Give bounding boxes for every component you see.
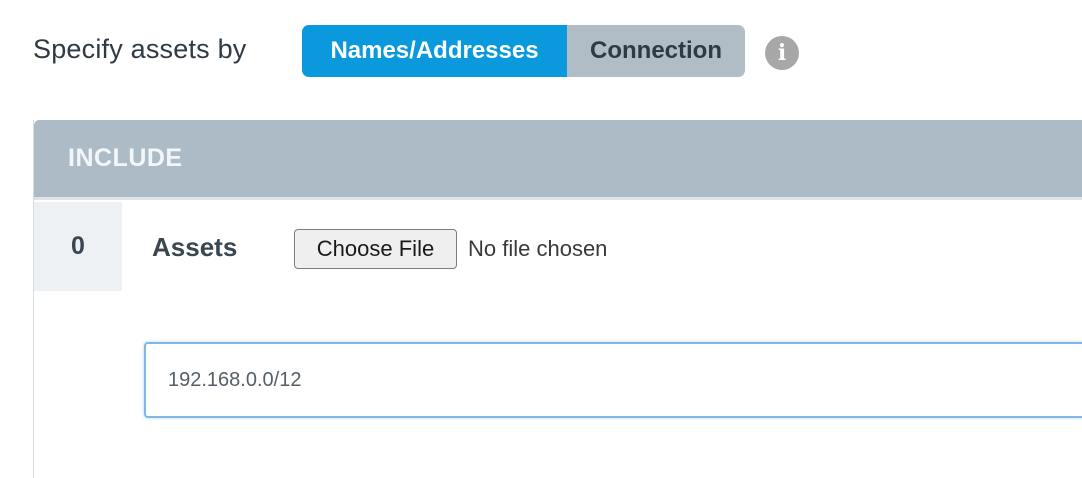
asset-scope-form: Specify assets by Names/Addresses Connec… xyxy=(0,0,1082,478)
choose-file-button[interactable]: Choose File xyxy=(294,229,457,269)
names-addresses-button[interactable]: Names/Addresses xyxy=(302,25,567,77)
info-icon[interactable]: i xyxy=(765,36,799,70)
file-status-text: No file chosen xyxy=(468,236,608,261)
include-panel: INCLUDE 0 Assets Choose File No file cho… xyxy=(33,120,1082,478)
assets-input[interactable] xyxy=(144,342,1082,418)
asset-count: 0 xyxy=(34,202,122,291)
include-header-label: INCLUDE xyxy=(68,144,183,172)
assets-label: Assets xyxy=(152,232,238,262)
asset-mode-toggle: Names/Addresses Connection xyxy=(302,25,745,77)
connection-button[interactable]: Connection xyxy=(567,25,745,77)
include-header: INCLUDE xyxy=(34,120,1082,200)
specify-assets-label: Specify assets by xyxy=(33,34,247,64)
